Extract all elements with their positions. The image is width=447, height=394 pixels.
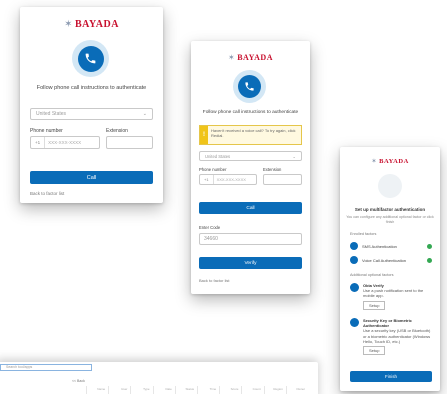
page-title: Follow phone call instructions to authen… — [36, 85, 147, 91]
phone-label: Phone number — [199, 167, 227, 172]
column-header[interactable]: Region — [263, 386, 286, 394]
optional-heading: Additional optional factors — [350, 273, 394, 277]
apps-table-panel: Search tool/apps << Back Name User Type … — [0, 362, 318, 394]
user-avatar-icon — [378, 174, 402, 198]
optional-factor-security-key: Security Key or Biometric Authenticator … — [350, 318, 432, 356]
back-link[interactable]: << Back — [72, 379, 85, 383]
page-title: Set up multifactor authentication — [354, 207, 426, 212]
column-header[interactable]: Score — [219, 386, 241, 394]
chevron-down-icon: ⌄ — [292, 153, 296, 159]
search-input[interactable]: Search tool/apps — [0, 364, 92, 371]
page-title: Follow phone call instructions to authen… — [202, 110, 299, 115]
country-select[interactable]: United States ⌄ — [199, 151, 302, 161]
security-key-icon — [350, 318, 359, 327]
enrolled-factor-sms: SMS Authentication — [350, 242, 432, 250]
enrolled-heading: Enrolled factors — [350, 232, 377, 236]
table-header: Name User Type Date Status Time Score Co… — [86, 386, 308, 394]
column-header[interactable]: Date — [152, 386, 175, 394]
phone-number-field[interactable]: +1 XXX-XXX-XXXX — [30, 136, 100, 149]
country-select[interactable]: United States ⌄ — [30, 108, 153, 120]
phone-label: Phone number — [30, 128, 63, 134]
optional-factor-okta: Okta Verify Use a push notification sent… — [350, 283, 432, 310]
back-to-factor-list-link[interactable]: Back to factor list — [30, 191, 64, 196]
code-input[interactable]: 34660 — [199, 233, 302, 245]
column-header[interactable]: Type — [130, 386, 152, 394]
column-header[interactable]: Name — [86, 386, 108, 394]
warning-icon: ! — [200, 126, 208, 144]
page-subtitle: You can configure any additional optiona… — [346, 215, 434, 224]
column-header[interactable]: Count — [241, 386, 263, 394]
extension-label: Extension — [106, 128, 128, 134]
verify-button[interactable]: Verify — [199, 257, 302, 269]
back-to-factor-list-link[interactable]: Back to factor list — [199, 278, 229, 283]
code-label: Enter Code — [199, 225, 221, 230]
bayada-logo: ✶ BAYADA — [371, 158, 409, 165]
finish-button[interactable]: Finish — [350, 371, 432, 382]
phone-icon — [350, 256, 358, 264]
phone-number-field[interactable]: +1 XXX-XXX-XXXX — [199, 174, 257, 185]
setup-button[interactable]: Setup — [363, 300, 386, 310]
extension-field[interactable] — [263, 174, 302, 185]
column-header[interactable]: Owner — [285, 386, 308, 394]
phone-icon — [72, 40, 109, 77]
call-button[interactable]: Call — [30, 171, 153, 184]
extension-field[interactable] — [106, 136, 153, 149]
check-icon — [427, 243, 432, 249]
extension-label: Extension — [263, 167, 282, 172]
bayada-logo: ✶ BAYADA — [64, 19, 119, 30]
okta-verify-icon — [350, 283, 359, 292]
enrolled-factor-voice: Voice Call Authentication — [350, 256, 432, 264]
check-icon — [427, 257, 432, 263]
phone-call-verify-card: ✶ BAYADA Follow phone call instructions t… — [191, 41, 310, 294]
mfa-setup-card: ✶ BAYADA Set up multifactor authenticatio… — [340, 147, 440, 391]
column-header[interactable]: Status — [174, 386, 197, 394]
call-button[interactable]: Call — [199, 202, 302, 214]
sms-icon — [350, 242, 358, 250]
redial-warning: ! Haven't received a voice call? To try … — [199, 125, 302, 145]
phone-call-card: ✶ BAYADA Follow phone call instructions t… — [20, 7, 163, 203]
chevron-down-icon: ⌄ — [142, 111, 147, 117]
phone-icon — [233, 70, 266, 103]
column-header[interactable]: User — [108, 386, 130, 394]
column-header[interactable]: Time — [197, 386, 219, 394]
setup-button[interactable]: Setup — [363, 345, 386, 356]
bayada-logo: ✶ BAYADA — [228, 53, 273, 62]
